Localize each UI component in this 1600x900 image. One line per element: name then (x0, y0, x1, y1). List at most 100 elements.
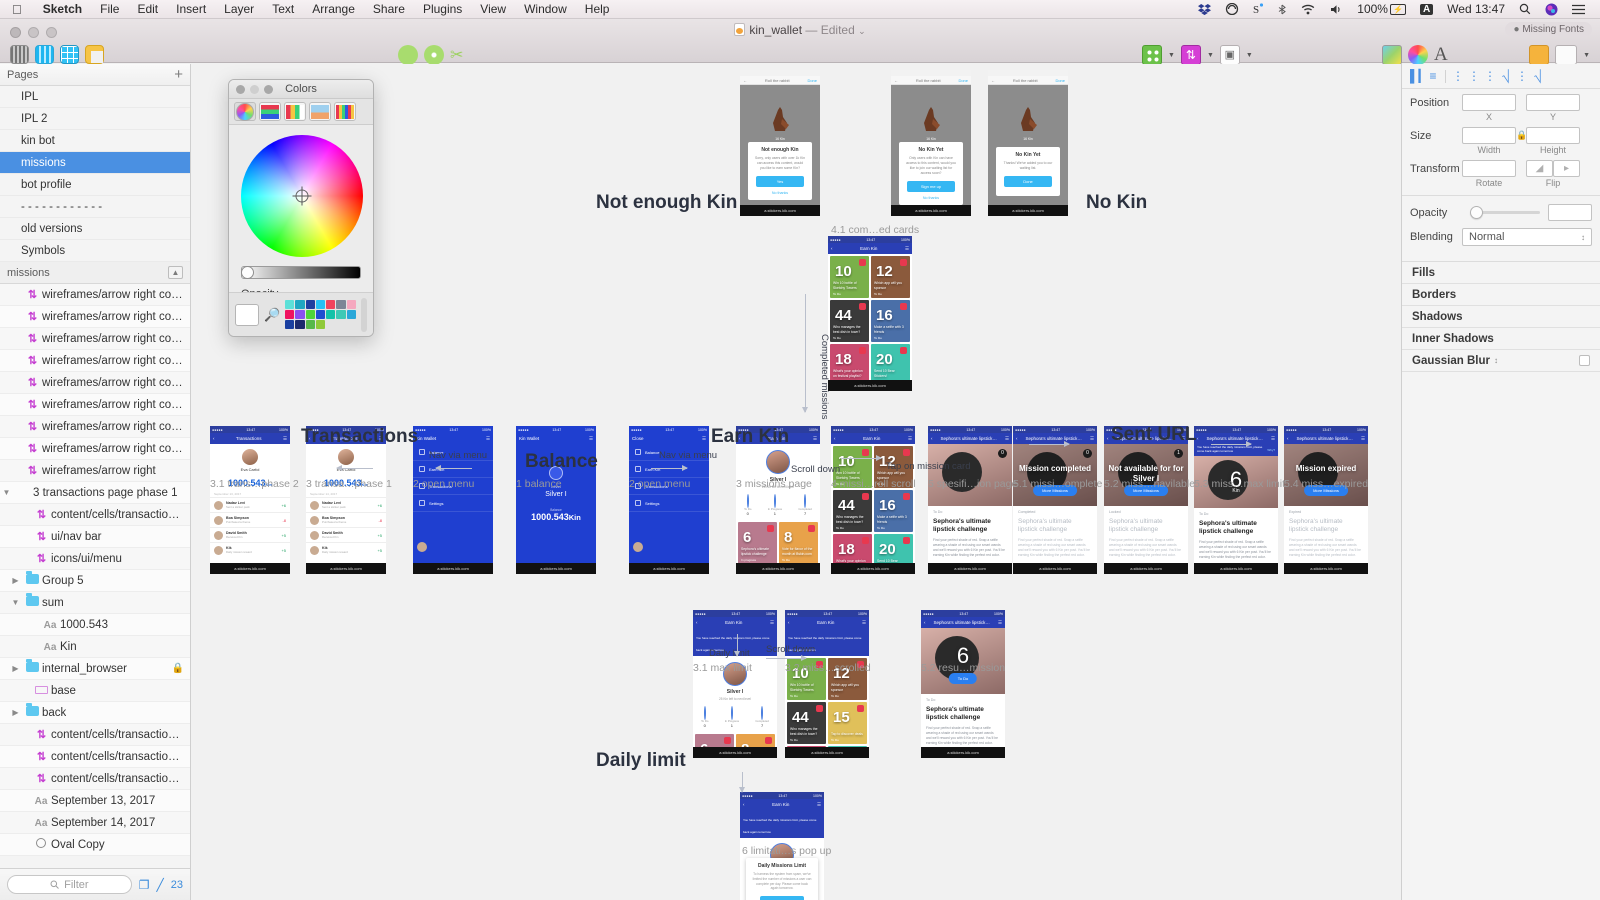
lock-icon[interactable]: 🔒 (172, 663, 184, 674)
artboard-mission-expired[interactable]: ●●●●● 13:47 100% ‹ Sephora's ultimate lipst… (1284, 426, 1368, 574)
layer-row[interactable]: ⇅ wireframes/arrow right copy 2 (0, 416, 190, 438)
create-symbol-icon[interactable] (1142, 45, 1162, 65)
pixels-icon[interactable] (10, 45, 29, 64)
notification-center-icon[interactable] (1565, 4, 1592, 15)
artboard-mission-result[interactable]: ●●●●● 13:47 100% ‹ Sephora's ultimate lipst… (921, 610, 1005, 758)
flip-horizontal-button[interactable]: ◢ (1526, 160, 1553, 177)
mission-card[interactable]: 12Which app will you sponsor To Do (871, 256, 910, 298)
sketch-cloud-icon[interactable] (1529, 45, 1550, 65)
menu-view[interactable]: View (471, 2, 515, 16)
ruler-icon[interactable] (85, 45, 104, 64)
bluetooth-icon[interactable] (1270, 4, 1294, 15)
artboard-open-menu-a[interactable]: ●●●●● 13:47 100% Kin Wallet ☰ Balance Earn K… (413, 426, 493, 574)
menu-edit[interactable]: Edit (128, 2, 167, 16)
artboard-no-kin-yet[interactable]: ← Roll the rabbit Done 16 Kin No Kin Yet… (891, 70, 971, 216)
modal-primary-button[interactable]: Done (1004, 176, 1052, 188)
menu-icon[interactable]: ☰ (770, 620, 774, 626)
color-wheel-icon[interactable] (1408, 45, 1428, 65)
transaction-row[interactable]: Nadav Levi Sent a sticker pack +6 (306, 497, 386, 512)
in-progress-button[interactable]: To Do (948, 673, 978, 684)
menu-icon[interactable]: ☰ (702, 436, 706, 442)
artboard-mission-unavailable[interactable]: ●●●●● 13:47 100% ‹ Sephora's ultimate lipst… (1104, 426, 1188, 574)
rotate-copies-icon[interactable] (424, 45, 444, 65)
blur-checkbox[interactable] (1579, 355, 1590, 366)
menu-icon[interactable]: ☰ (813, 436, 817, 442)
section-borders[interactable]: Borders (1402, 284, 1600, 306)
done-button[interactable]: Done (807, 78, 817, 83)
volume-icon[interactable] (1323, 4, 1350, 15)
menu-icon[interactable]: ☰ (1361, 436, 1365, 442)
swatch-scrollbar[interactable] (361, 297, 367, 332)
layer-row[interactable]: ⇅ wireframes/arrow right copy 9 (0, 328, 190, 350)
back-icon[interactable]: ‹ (743, 802, 745, 807)
menu-item-earn-kin[interactable]: Earn Kin (629, 461, 709, 478)
artboard-no-kin-confirmed[interactable]: ← Roll the rabbit Done 16 Kin No Kin Yet… (988, 70, 1068, 216)
missing-fonts-badge[interactable]: ● Missing Fonts (1505, 22, 1592, 37)
colors-palette-window[interactable]: Colors Opacity 100% 🔎 (228, 79, 374, 337)
layer-row[interactable]: ⇅ wireframes/arrow right copy… (0, 306, 190, 328)
page-item-[interactable]: - - - - - - - - - - - - (0, 196, 190, 218)
transaction-row[interactable]: Nadav Levi Sent a sticker pack +6 (210, 497, 290, 512)
duplicate-icon[interactable]: ❐ (139, 878, 150, 892)
menubar-clock[interactable]: Wed 13:47 (1440, 2, 1512, 16)
chevron-down-icon[interactable]: ▼ (1583, 52, 1590, 59)
menu-arrange[interactable]: Arrange (303, 2, 364, 16)
artboard-missions-page[interactable]: ●●●●● 13:47 100% ‹ Earn Kin ☰ Silver I 25 Ki… (736, 426, 820, 574)
mission-card[interactable]: 6Sephora's ultimate lipstick challenge In… (738, 522, 777, 564)
menu-insert[interactable]: Insert (167, 2, 215, 16)
y-input[interactable] (1526, 94, 1580, 111)
color-wheel[interactable] (241, 135, 363, 257)
blending-select[interactable]: Normal ↕ (1462, 228, 1592, 246)
menu-icon[interactable]: ☰ (905, 246, 909, 252)
boolean-union-icon[interactable] (398, 45, 418, 65)
back-icon[interactable]: ← (743, 78, 747, 83)
mission-card[interactable]: 44 Who manages the best dish in town? To D… (830, 300, 869, 342)
artboard-completed-cards[interactable]: ●●●●● 13:47 100% ‹ Earn Kin ☰ 10 Win 10 bottl… (828, 236, 912, 391)
color-swatch[interactable] (295, 310, 305, 319)
layer-row[interactable]: ⇅ content/cells/transaction… (0, 746, 190, 768)
lock-aspect-icon[interactable]: 🔒 (1516, 130, 1527, 141)
creative-cloud-icon[interactable] (1218, 3, 1246, 15)
back-icon[interactable]: ‹ (924, 620, 926, 625)
width-input[interactable] (1462, 127, 1516, 144)
swatch-icon[interactable] (1382, 45, 1402, 65)
pencils-tab[interactable] (334, 102, 356, 121)
section-inner-shadows[interactable]: Inner Shadows (1402, 328, 1600, 350)
layer-row[interactable]: base (0, 680, 190, 702)
color-swatch[interactable] (336, 310, 346, 319)
back-icon[interactable]: ← (894, 78, 898, 83)
chevron-down-icon[interactable]: ⌄ (858, 26, 866, 36)
mission-card[interactable]: 8Vote for flavor of the month at Bskin.c… (779, 522, 818, 564)
transaction-row[interactable]: Boa Simpson Purchased a theme -8 (306, 512, 386, 527)
menu-plugins[interactable]: Plugins (414, 2, 471, 16)
back-icon[interactable]: ‹ (834, 436, 836, 441)
layer-row[interactable]: ⇅ icons/ui/menu (0, 548, 190, 570)
mission-card[interactable]: 15 Tap to discover deals To Do (828, 702, 867, 744)
layer-row[interactable]: ⇅ ui/nav bar (0, 526, 190, 548)
layer-row[interactable]: ⇅ wireframes/arrow right copy 7 (0, 284, 190, 306)
page-item-kin-bot[interactable]: kin bot (0, 130, 190, 152)
page-item-missions[interactable]: missions (0, 152, 190, 174)
color-swatch[interactable] (285, 320, 295, 329)
color-swatch[interactable] (326, 310, 336, 319)
layer-row[interactable]: Aa 1000.543 (0, 614, 190, 636)
menu-icon[interactable]: ☰ (1005, 436, 1009, 442)
columns-icon[interactable] (35, 45, 54, 64)
text-icon[interactable]: A (1434, 45, 1448, 64)
page-item-old-versions[interactable]: old versions (0, 218, 190, 240)
color-swatch[interactable] (285, 300, 295, 309)
section-fills[interactable]: Fills (1402, 262, 1600, 284)
layer-row[interactable]: ▶ Group 5 (0, 570, 190, 592)
page-item-bot-profile[interactable]: bot profile (0, 174, 190, 196)
back-icon[interactable]: ‹ (213, 436, 215, 441)
modal-secondary-link[interactable]: No thanks (905, 196, 957, 200)
menu-item-settings[interactable]: Settings (629, 495, 709, 512)
add-page-button[interactable]: + (174, 67, 183, 82)
layer-row[interactable]: ⇅ wireframes/arrow right (0, 460, 190, 482)
minimize-icon[interactable] (250, 85, 259, 94)
menu-icon[interactable]: ☰ (589, 436, 593, 442)
back-icon[interactable]: ‹ (1287, 436, 1289, 441)
page-item-symbols[interactable]: Symbols (0, 240, 190, 262)
disclosure-closed-icon[interactable]: ▶ (9, 664, 22, 673)
brightness-slider[interactable] (241, 266, 361, 279)
